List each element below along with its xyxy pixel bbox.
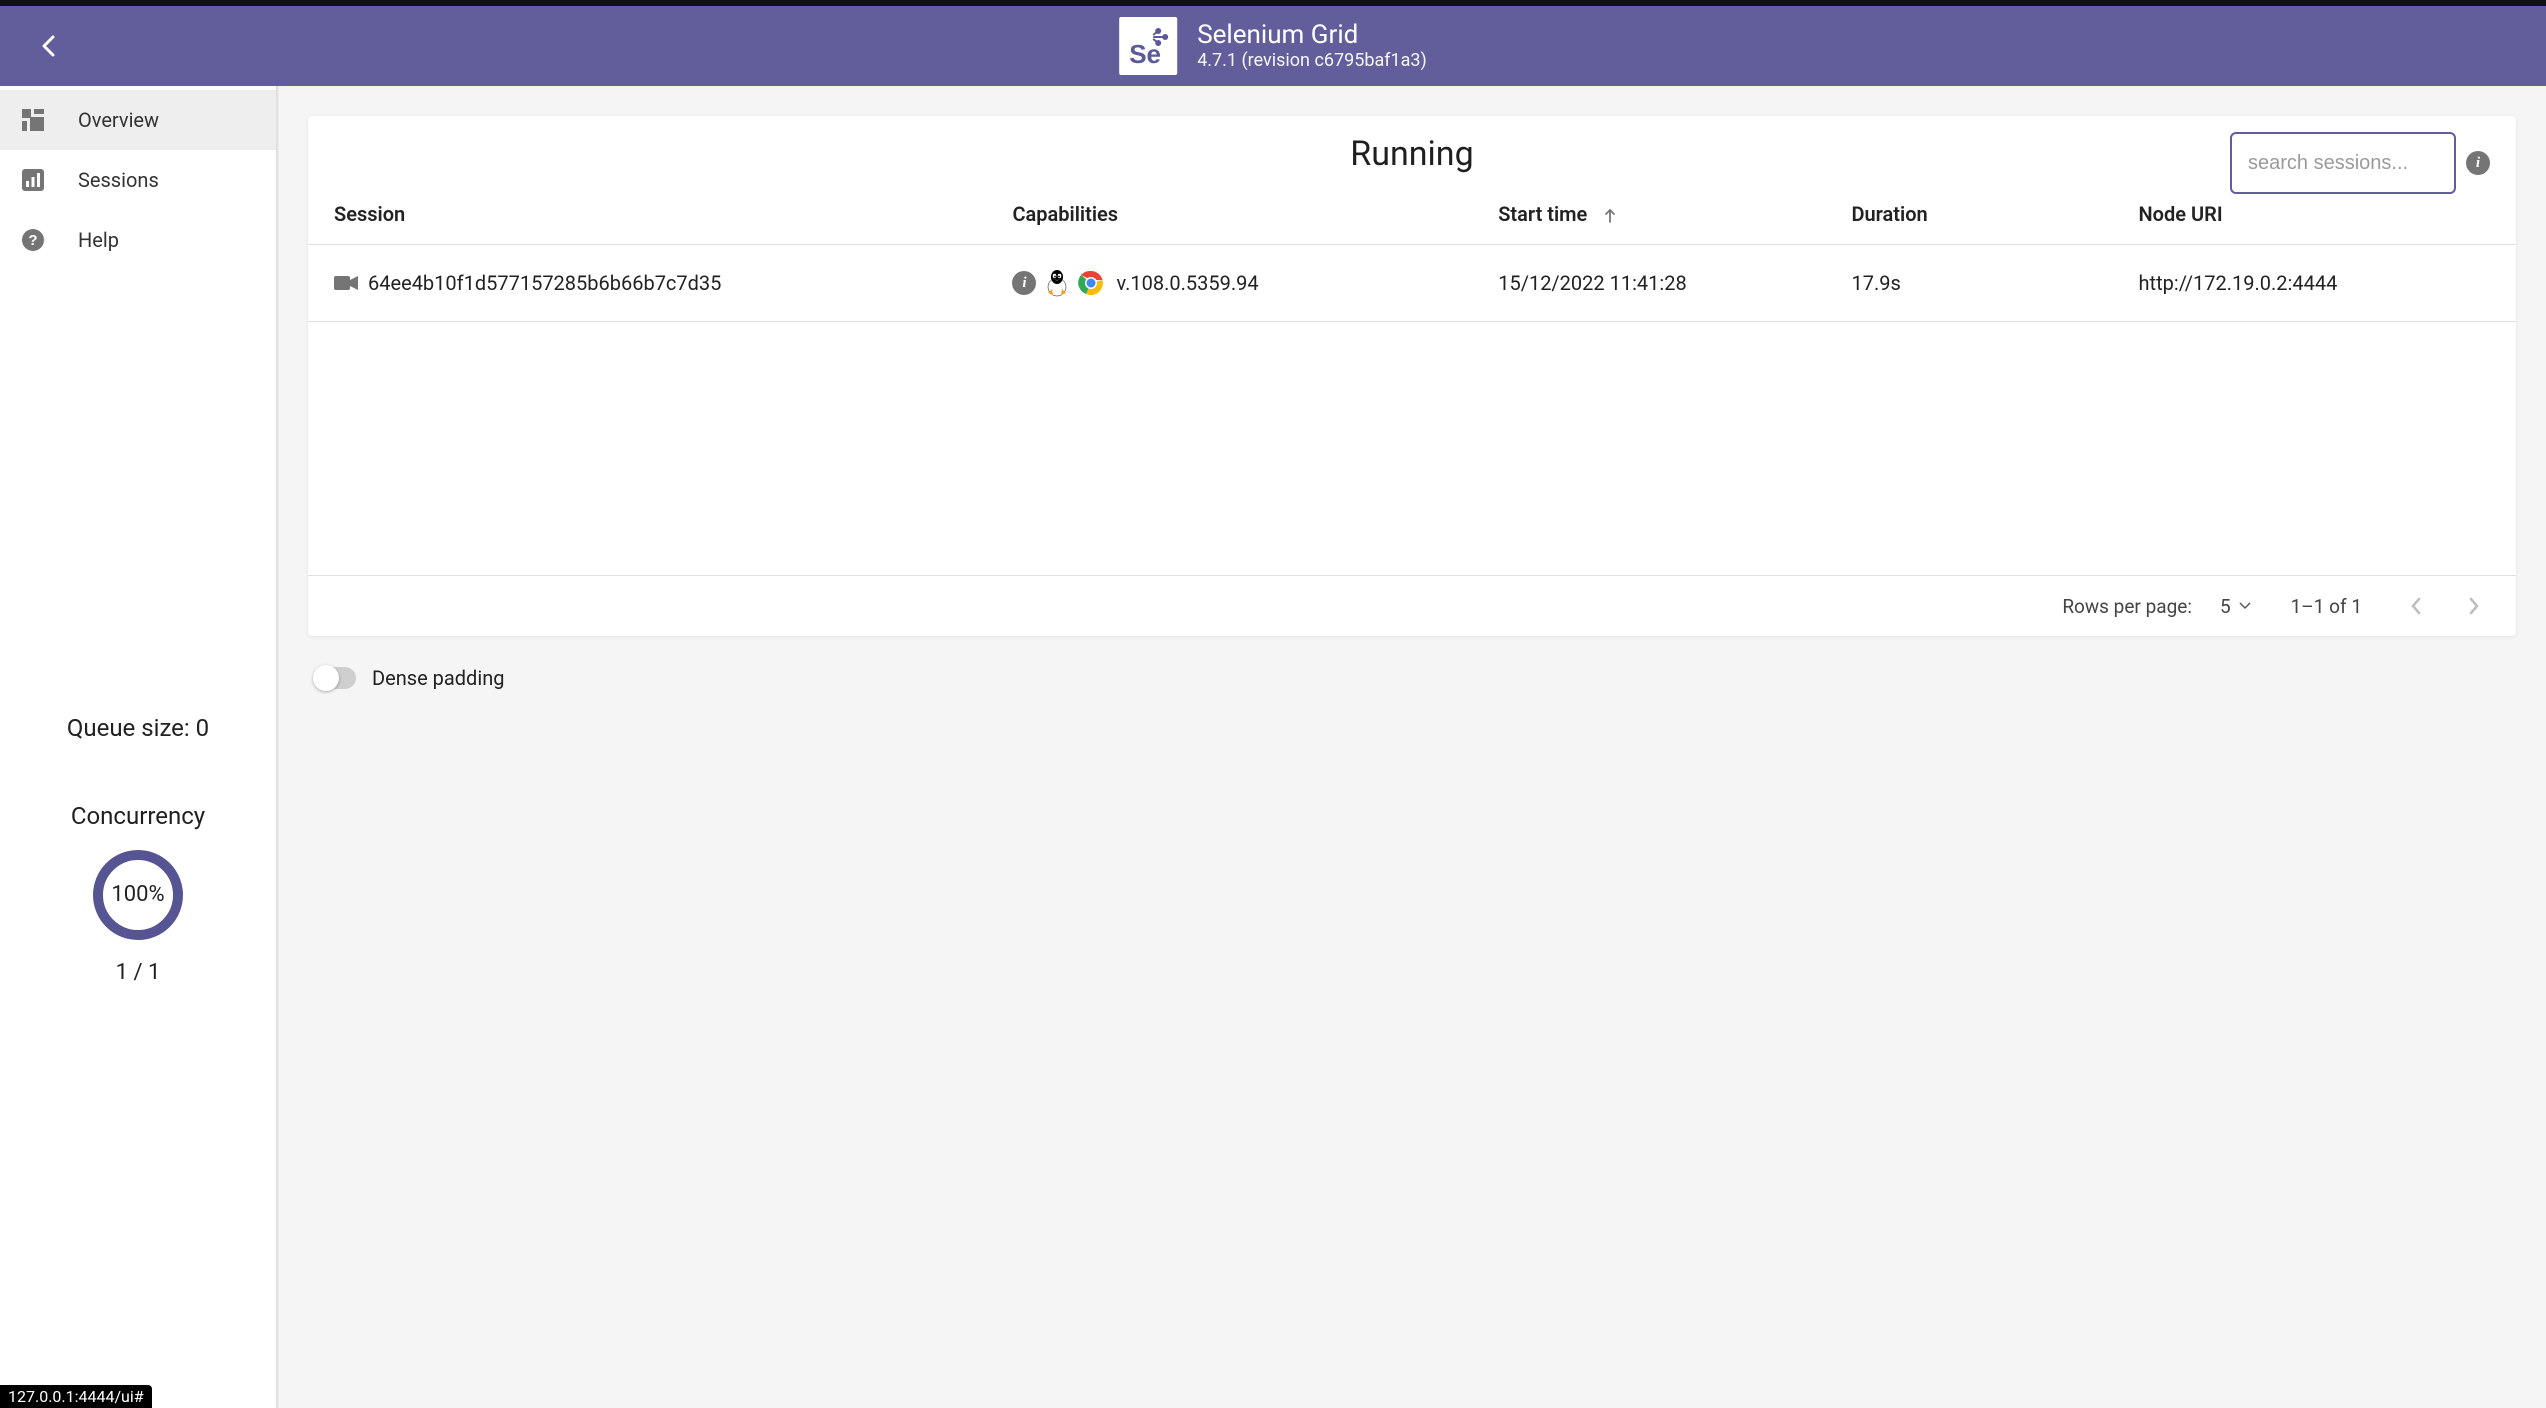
card-title: Running [1350,134,1473,174]
search-wrap: i [2230,132,2490,194]
chevron-down-icon [2239,602,2251,610]
chrome-icon [1078,270,1104,296]
concurrency-ratio: 1 / 1 [116,960,161,985]
arrow-up-icon [1602,202,1618,226]
duration-cell: 17.9s [1831,245,2118,322]
capabilities-version: v.108.0.5359.94 [1116,271,1258,295]
rows-per-page-label: Rows per page: [2062,595,2192,618]
header-title-block: Selenium Grid 4.7.1 (revision c6795baf1a… [1197,21,1427,71]
col-duration-label: Duration [1851,202,1927,226]
search-input[interactable] [2230,132,2456,194]
col-capabilities[interactable]: Capabilities [992,184,1478,245]
col-node-uri-label: Node URI [2139,202,2223,226]
prev-page-button[interactable] [2402,592,2430,620]
help-icon: ? [22,229,44,251]
rows-per-page: Rows per page: 5 [2062,595,2250,618]
search-info-button[interactable]: i [2466,151,2490,175]
next-page-button[interactable] [2460,592,2488,620]
svg-text:Se: Se [1129,39,1161,69]
page-nav [2402,592,2488,620]
concurrency-gauge: 100% [93,850,183,940]
dense-padding-toggle[interactable] [314,667,356,689]
start-time-cell: 15/12/2022 11:41:28 [1478,245,1831,322]
videocam-icon[interactable] [334,274,358,292]
sidebar-stats: Queue size: 0 Concurrency 100% 1 / 1 [0,270,276,1408]
card-spacer [308,322,2516,575]
concurrency-title: Concurrency [71,802,205,830]
sidebar-item-label: Sessions [78,168,159,192]
main-content: Running i Session Capabilities [278,86,2546,1408]
body: Overview Sessions ? [0,86,2546,1408]
sessions-card: Running i Session Capabilities [308,116,2516,636]
session-id: 64ee4b10f1d577157285b6b66b7c7d35 [368,271,721,295]
col-start-time[interactable]: Start time [1478,184,1831,245]
app-subtitle: 4.7.1 (revision c6795baf1a3) [1197,50,1427,71]
linux-icon [1044,269,1070,297]
sidebar-item-label: Overview [78,108,159,132]
col-duration[interactable]: Duration [1831,184,2118,245]
session-cell: 64ee4b10f1d577157285b6b66b7c7d35 [334,271,972,295]
col-start-time-label: Start time [1498,202,1587,226]
dense-padding-label: Dense padding [372,666,504,690]
chevron-left-icon [2410,597,2422,615]
concurrency-percent: 100% [111,882,164,907]
concurrency-block: Concurrency 100% 1 / 1 [71,802,205,985]
rows-per-page-value: 5 [2220,595,2231,618]
sidebar-item-label: Help [78,228,119,252]
sidebar: Overview Sessions ? [0,86,278,1408]
rows-per-page-select[interactable]: 5 [2220,595,2251,618]
chevron-right-icon [2468,597,2480,615]
chevron-left-icon [41,35,55,57]
dashboard-icon [22,109,44,131]
capabilities-cell: i [1012,269,1458,297]
sidebar-nav: Overview Sessions ? [0,86,276,270]
node-uri-cell: http://172.19.0.2:4444 [2119,245,2516,322]
app-title: Selenium Grid [1197,21,1358,50]
header-center: Se Selenium Grid 4.7.1 (revision c6795ba… [1119,17,1427,75]
sidebar-item-sessions[interactable]: Sessions [0,150,276,210]
col-capabilities-label: Capabilities [1012,202,1118,226]
back-button[interactable] [24,22,72,70]
status-bar: 127.0.0.1:4444/ui# [0,1385,152,1408]
selenium-logo: Se [1119,17,1177,75]
table-row[interactable]: 64ee4b10f1d577157285b6b66b7c7d35 i [308,245,2516,322]
sessions-table: Session Capabilities Start time [308,184,2516,322]
bar-chart-icon [22,169,44,191]
capabilities-info-button[interactable]: i [1012,271,1036,295]
pagination-range: 1–1 of 1 [2291,595,2362,618]
app-header: Se Selenium Grid 4.7.1 (revision c6795ba… [0,6,2546,86]
dense-padding-row: Dense padding [308,666,2516,690]
queue-size: Queue size: 0 [67,714,209,742]
col-session[interactable]: Session [308,184,992,245]
sidebar-item-help[interactable]: ? Help [0,210,276,270]
svg-text:?: ? [28,232,37,249]
sidebar-item-overview[interactable]: Overview [0,90,276,150]
card-header: Running i [308,116,2516,184]
pagination: Rows per page: 5 1–1 of 1 [308,575,2516,636]
col-session-label: Session [334,202,405,226]
